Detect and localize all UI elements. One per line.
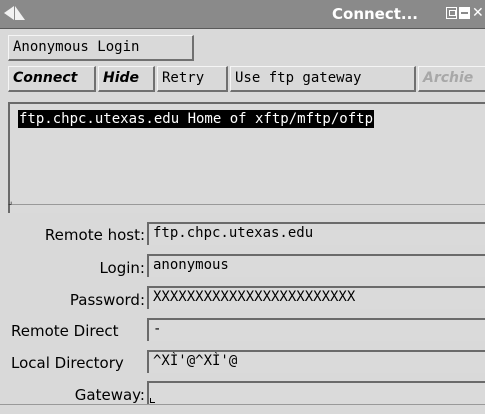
restore-icon[interactable] — [446, 7, 457, 19]
local-directory-field[interactable]: ^XÌ'@^XÌ'@ — [147, 350, 485, 373]
local-directory-value: ^XÌ'@^XÌ'@ — [153, 353, 238, 369]
archie-button: Archie — [418, 66, 485, 92]
remote-host-field[interactable]: ftp.chpc.utexas.edu — [147, 222, 485, 245]
remote-directory-value: - — [153, 321, 162, 337]
window-shade-icon[interactable] — [15, 6, 25, 20]
host-list[interactable]: ftp.chpc.utexas.edu Home of xftp/mftp/of… — [8, 102, 485, 213]
window-menu-icon[interactable] — [4, 6, 14, 20]
minimize-icon[interactable] — [459, 7, 470, 19]
remote-host-value: ftp.chpc.utexas.edu — [153, 225, 314, 241]
gateway-label: Gateway: — [74, 386, 145, 404]
password-value: XXXXXXXXXXXXXXXXXXXXXXXX — [153, 289, 356, 305]
remote-directory-field[interactable]: - — [147, 318, 485, 341]
login-value: anonymous — [153, 257, 229, 273]
close-icon[interactable]: ✕ — [472, 6, 484, 20]
host-list-scrollbar[interactable] — [10, 204, 485, 213]
title-bar[interactable]: Connect... ✕ — [0, 0, 485, 29]
login-field[interactable]: anonymous — [147, 254, 485, 277]
password-field[interactable]: XXXXXXXXXXXXXXXXXXXXXXXX — [147, 286, 485, 309]
anonymous-login-button[interactable]: Anonymous Login — [8, 35, 194, 61]
remote-host-label: Remote host: — [44, 226, 145, 244]
window-title: Connect... — [332, 5, 419, 23]
use-ftp-gateway-button[interactable]: Use ftp gateway — [230, 66, 416, 92]
hide-button[interactable]: Hide — [98, 66, 155, 92]
text-cursor-icon — [150, 398, 155, 403]
gateway-field[interactable] — [147, 381, 485, 404]
remote-directory-label: Remote Direct — [11, 322, 119, 340]
resize-corner-icon: ⌟ — [8, 197, 13, 207]
login-label: Login: — [99, 259, 145, 277]
local-directory-label: Local Directory — [11, 354, 124, 372]
host-list-entry-selected[interactable]: ftp.chpc.utexas.edu Home of xftp/mftp/of… — [18, 110, 375, 128]
connect-button[interactable]: Connect — [8, 66, 96, 92]
retry-button[interactable]: Retry — [157, 66, 228, 92]
password-label: Password: — [69, 291, 145, 309]
